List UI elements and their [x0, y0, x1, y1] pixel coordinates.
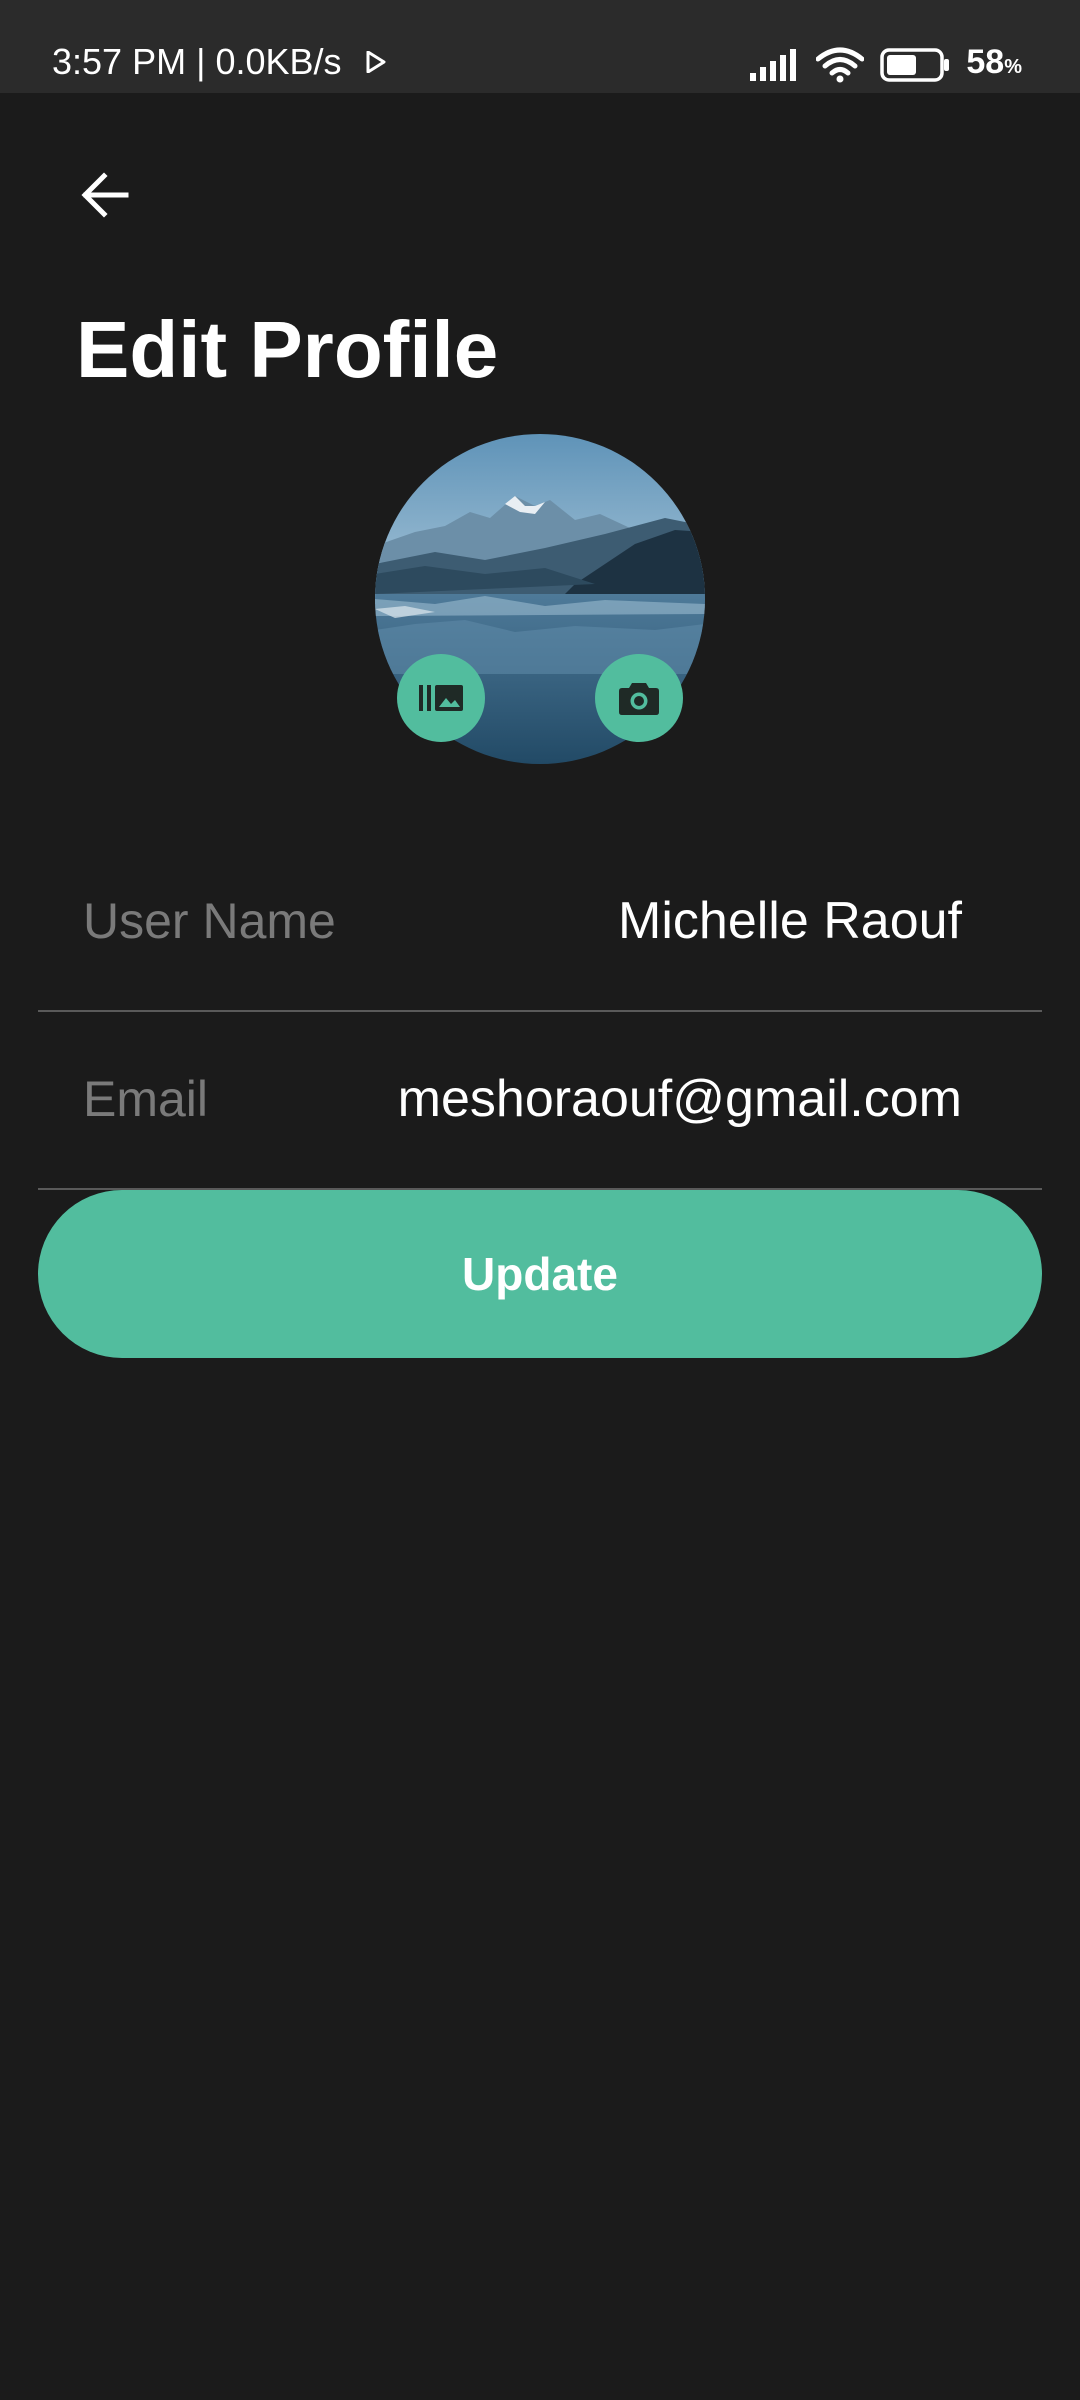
battery-icon	[880, 47, 950, 82]
username-label: User Name	[83, 893, 336, 949]
status-separator: |	[196, 41, 206, 82]
username-value[interactable]: Michelle Raouf	[618, 891, 962, 951]
network-speed: 0.0KB/s	[215, 41, 342, 82]
username-row[interactable]: User Name Michelle Raouf	[38, 832, 1042, 1012]
battery-percent-unit: %	[1004, 56, 1022, 78]
signal-icon	[750, 48, 797, 81]
email-label: Email	[83, 1071, 209, 1127]
camera-icon	[619, 683, 659, 715]
battery-percent: 58%	[966, 40, 1022, 89]
play-store-icon	[366, 51, 386, 73]
status-right: 58%	[750, 40, 1022, 89]
edit-profile-screen: 3:57 PM | 0.0KB/s 58% Edit Profile User …	[0, 0, 1080, 2400]
battery-percent-value: 58	[966, 43, 1005, 81]
status-left: 3:57 PM | 0.0KB/s	[52, 38, 386, 86]
back-button[interactable]	[70, 160, 140, 230]
camera-button[interactable]	[595, 654, 683, 742]
status-bar: 3:57 PM | 0.0KB/s 58%	[0, 0, 1080, 93]
email-row[interactable]: Email meshoraouf@gmail.com	[38, 1010, 1042, 1190]
update-button[interactable]: Update	[38, 1190, 1042, 1358]
arrow-back-icon	[81, 172, 129, 218]
wifi-icon	[816, 47, 865, 82]
gallery-icon	[419, 685, 463, 711]
page-title: Edit Profile	[76, 305, 499, 394]
email-value[interactable]: meshoraouf@gmail.com	[398, 1069, 962, 1129]
status-time: 3:57 PM	[52, 41, 187, 82]
gallery-button[interactable]	[397, 654, 485, 742]
